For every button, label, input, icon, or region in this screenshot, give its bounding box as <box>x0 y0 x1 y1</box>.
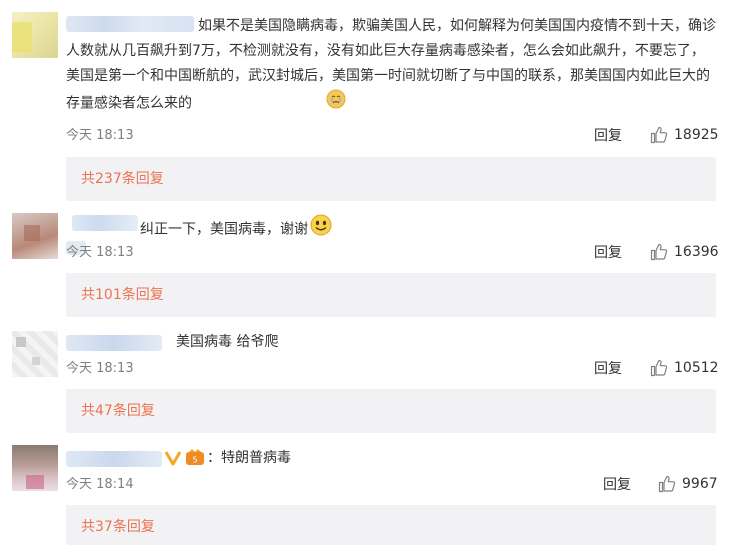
avatar[interactable] <box>12 12 58 58</box>
username-blurred[interactable] <box>72 215 138 231</box>
comment-text: ：特朗普病毒 <box>207 446 687 471</box>
comment-time: 今天 18:13 <box>66 361 134 376</box>
comment-item: 美国病毒 给爷爬 今天 18:13 回复 10512 共47条回复 <box>0 321 737 437</box>
thumbs-up-icon <box>650 243 668 261</box>
comment-text-body: 如果不是美国隐瞒病毒，欺骗美国人民，如何解释为何美国国内疫情不到十天，确诊人数就… <box>66 18 716 112</box>
comment-time: 今天 18:13 <box>66 245 134 260</box>
member-badge-icon: 5 <box>185 449 205 471</box>
crying-emoji-icon <box>194 89 346 118</box>
avatar[interactable] <box>12 213 58 259</box>
sub-replies-bar: 共37条回复 <box>66 505 716 545</box>
comment-item: 5 ：特朗普病毒 今天 18:14 回复 9967 共37条回复 <box>0 437 737 545</box>
username-blurred[interactable] <box>66 335 162 351</box>
comment-item: 如果不是美国隐瞒病毒，欺骗美国人民，如何解释为何美国国内疫情不到十天，确诊人数就… <box>0 0 737 205</box>
view-replies-link[interactable]: 共47条回复 <box>81 403 155 419</box>
view-replies-link[interactable]: 共37条回复 <box>81 519 155 535</box>
comment-text-body: ：特朗普病毒 <box>207 450 291 466</box>
smile-emoji-icon <box>310 214 332 245</box>
reply-button[interactable]: 回复 <box>594 245 622 261</box>
like-count: 9967 <box>682 476 718 492</box>
reply-button[interactable]: 回复 <box>594 128 622 144</box>
like-count: 16396 <box>674 244 719 260</box>
comment-text: 纠正一下，美国病毒，谢谢 <box>140 214 700 245</box>
comment-text-body: 纠正一下，美国病毒，谢谢 <box>140 221 308 238</box>
reply-button[interactable]: 回复 <box>603 477 631 493</box>
thumbs-up-icon <box>650 359 668 377</box>
view-replies-link[interactable]: 共237条回复 <box>81 171 164 187</box>
view-replies-link[interactable]: 共101条回复 <box>81 287 164 303</box>
like-count: 18925 <box>674 127 719 143</box>
svg-text:5: 5 <box>192 456 197 465</box>
like-count: 10512 <box>674 360 719 376</box>
sub-replies-bar: 共101条回复 <box>66 273 716 317</box>
comment-time: 今天 18:14 <box>66 477 134 492</box>
username-blurred[interactable] <box>66 451 162 467</box>
thumbs-up-icon <box>650 126 668 144</box>
comment-time: 今天 18:13 <box>66 128 134 143</box>
like-button[interactable]: 16396 <box>650 243 719 261</box>
avatar[interactable] <box>12 445 58 491</box>
like-button[interactable]: 9967 <box>658 475 718 493</box>
reply-button[interactable]: 回复 <box>594 361 622 377</box>
sub-replies-bar: 共237条回复 <box>66 157 716 201</box>
comment-text: 如果不是美国隐瞒病毒，欺骗美国人民，如何解释为何美国国内疫情不到十天，确诊人数就… <box>66 14 716 118</box>
comment-text: 美国病毒 给爷爬 <box>176 330 676 355</box>
comment-item: 纠正一下，美国病毒，谢谢 今天 18:13 回复 16396 共101条回复 <box>0 205 737 321</box>
sub-replies-bar: 共47条回复 <box>66 389 716 433</box>
verified-v-icon <box>164 449 182 471</box>
like-button[interactable]: 18925 <box>650 126 719 144</box>
thumbs-up-icon <box>658 475 676 493</box>
like-button[interactable]: 10512 <box>650 359 719 377</box>
comment-text-body: 美国病毒 给爷爬 <box>176 334 279 350</box>
avatar[interactable] <box>12 331 58 377</box>
